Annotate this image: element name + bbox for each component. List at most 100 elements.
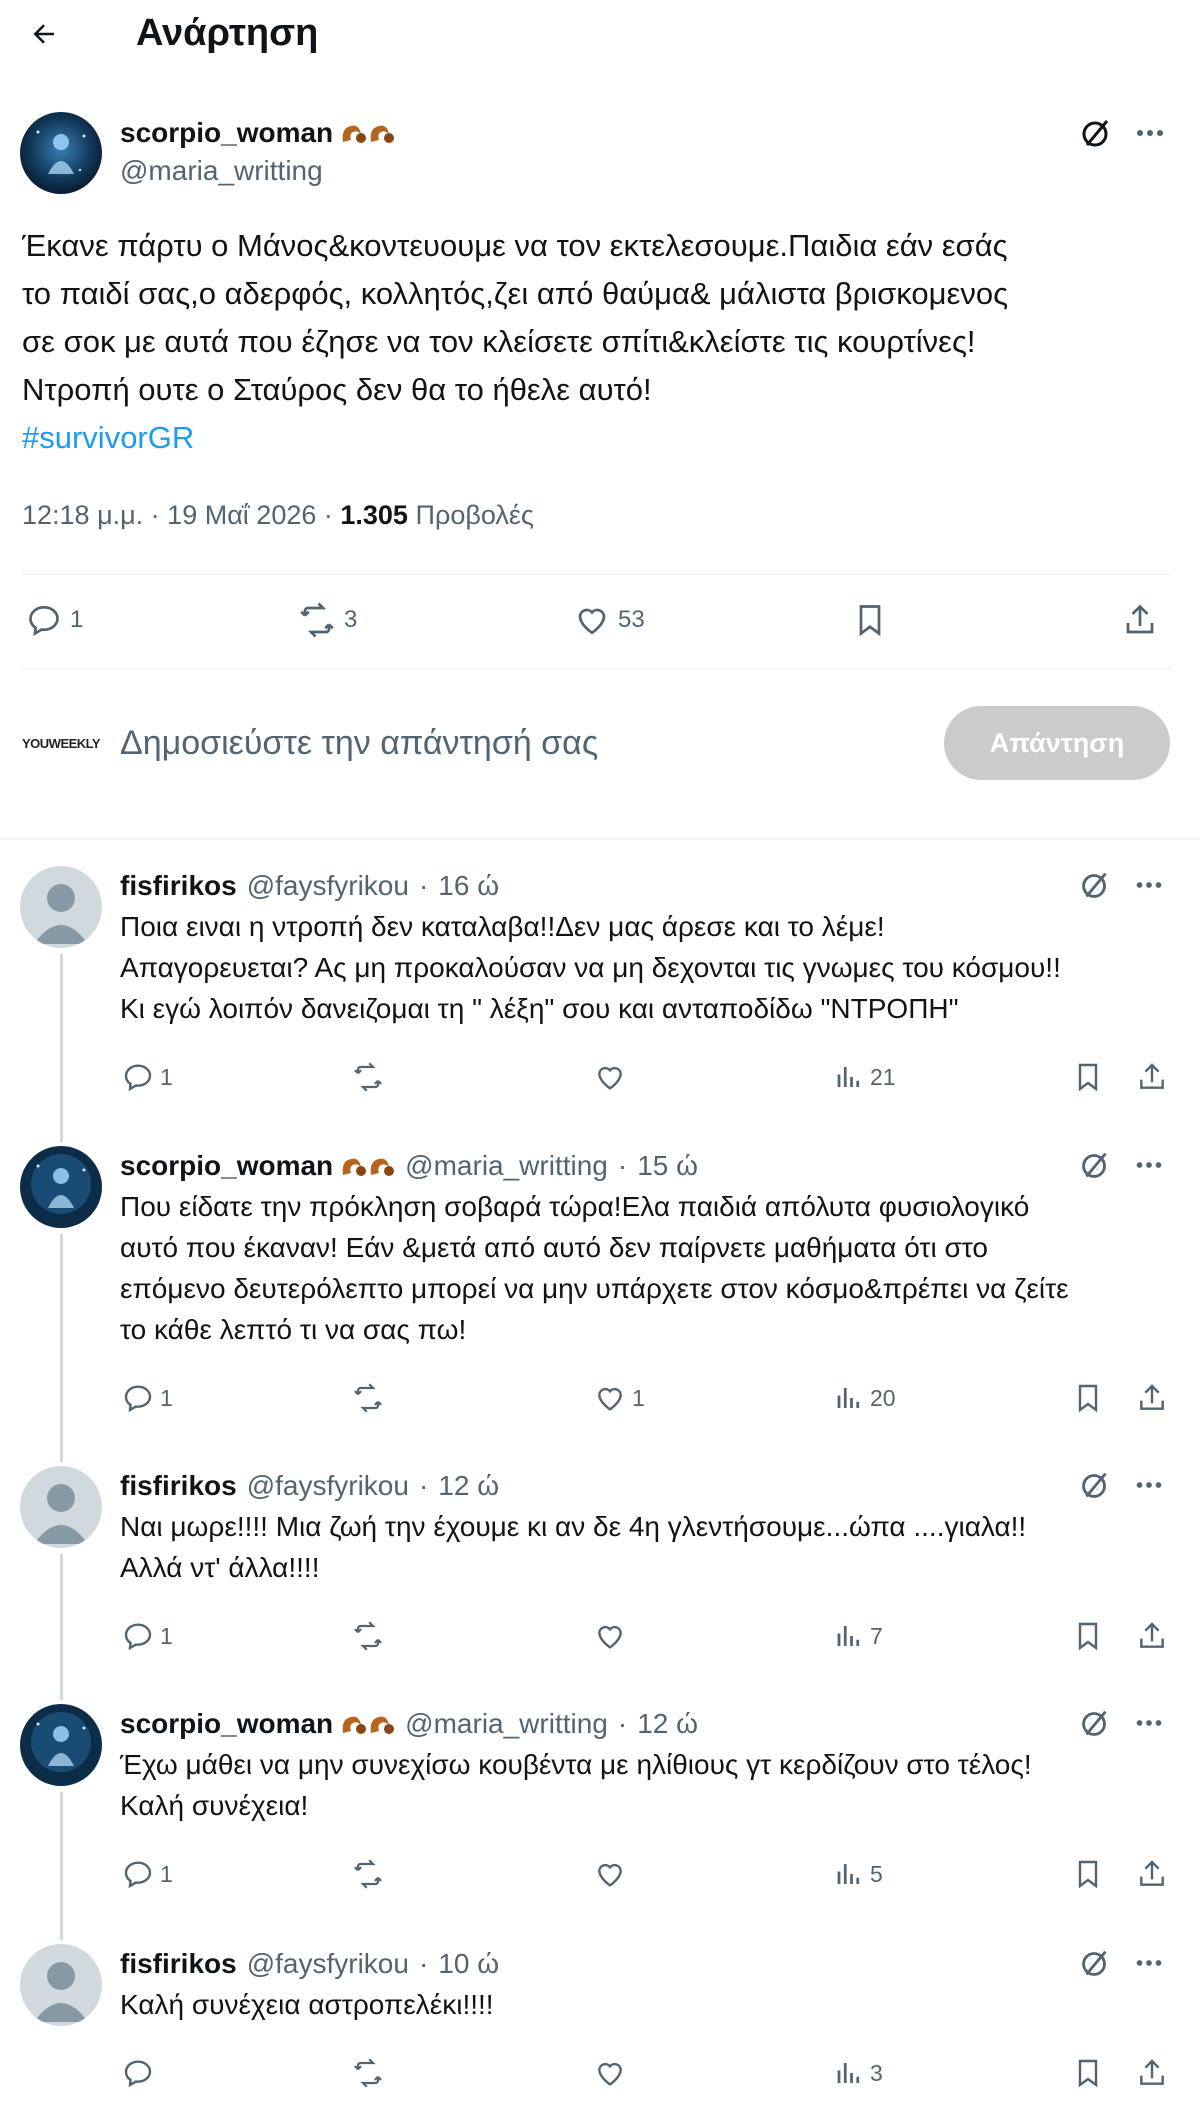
like-icon xyxy=(598,1066,622,1090)
reply-count: 1 xyxy=(160,1622,173,1649)
post-text-line: το παιδί σας,ο αδερφός, κολλητός,ζει από… xyxy=(22,276,1009,311)
reply-text-line: Ναι μωρε!!!! Μια ζωή την έχουμε κι αν δε… xyxy=(120,1511,1027,1542)
bookmark-button[interactable] xyxy=(852,588,888,652)
reply-author-handle[interactable]: @maria_writting xyxy=(405,1708,608,1740)
repost-button[interactable]: 3 xyxy=(298,588,357,652)
bookmark-icon xyxy=(1078,1622,1098,1651)
repost-button[interactable] xyxy=(352,1614,390,1658)
more-button[interactable] xyxy=(1130,1146,1174,1186)
repost-button[interactable] xyxy=(352,1055,390,1099)
reply-button[interactable]: 1 xyxy=(122,1376,173,1420)
reply-author-handle[interactable]: @maria_writting xyxy=(405,1150,608,1182)
separator-dot: · xyxy=(617,1708,628,1739)
like-icon xyxy=(598,2062,622,2086)
back-button[interactable] xyxy=(24,14,64,54)
views-button[interactable]: 5 xyxy=(834,1852,883,1896)
reply-timestamp[interactable]: 16 ώ xyxy=(438,870,499,902)
avatar[interactable] xyxy=(20,866,102,948)
reply-author-handle[interactable]: @faysfyrikou xyxy=(247,870,409,902)
repost-button[interactable] xyxy=(352,2051,390,2095)
views-button[interactable]: 21 xyxy=(834,1055,896,1099)
reply-timestamp[interactable]: 12 ώ xyxy=(438,1470,499,1502)
thread-line xyxy=(60,954,63,1142)
reply-submit-button[interactable]: Απάντηση xyxy=(944,706,1170,780)
reply-count: 1 xyxy=(70,606,84,633)
grok-button[interactable] xyxy=(1076,113,1120,153)
avatar[interactable] xyxy=(20,1944,102,2026)
share-button[interactable] xyxy=(1122,588,1158,652)
bookmark-button[interactable] xyxy=(1072,1055,1104,1099)
more-button[interactable] xyxy=(1130,1466,1174,1506)
avatar[interactable] xyxy=(20,1146,102,1228)
views-button[interactable]: 7 xyxy=(834,1614,883,1658)
share-button[interactable] xyxy=(1136,1614,1168,1658)
views-button[interactable]: 3 xyxy=(834,2051,883,2095)
avatar[interactable] xyxy=(20,1704,102,1786)
reply-timestamp[interactable]: 12 ώ xyxy=(637,1708,698,1740)
reply-button[interactable] xyxy=(122,2051,160,2095)
reply-author-name[interactable]: fisfirikos xyxy=(120,1948,237,1980)
bookmark-button[interactable] xyxy=(1072,1852,1104,1896)
author-name-text: scorpio_woman xyxy=(120,1150,334,1181)
author-name-text: scorpio_woman xyxy=(120,117,334,148)
reply-author-name[interactable]: fisfirikos xyxy=(120,1470,237,1502)
views-button[interactable]: 20 xyxy=(834,1376,896,1420)
avatar[interactable] xyxy=(20,112,102,194)
reply-button[interactable]: 1 xyxy=(26,588,83,652)
reply-text: Έχω μάθει να μην συνεχίσω κουβέντα με ηλ… xyxy=(120,1744,1180,1826)
reply-action-bar: 1 7 xyxy=(120,1614,1180,1658)
like-button[interactable] xyxy=(594,1055,632,1099)
bookmark-icon xyxy=(859,605,881,637)
like-button[interactable] xyxy=(594,2051,632,2095)
like-button[interactable] xyxy=(594,1852,632,1896)
bookmark-button[interactable] xyxy=(1072,2051,1104,2095)
repost-icon xyxy=(300,602,334,638)
reply-author-handle[interactable]: @faysfyrikou xyxy=(247,1948,409,1980)
reply-author-name[interactable]: fisfirikos xyxy=(120,870,237,902)
reply-author-handle[interactable]: @faysfyrikou xyxy=(247,1470,409,1502)
grok-button[interactable] xyxy=(1076,1146,1120,1186)
reply-button[interactable]: 1 xyxy=(122,1614,173,1658)
reply-text: Καλή συνέχεια αστροπελέκι!!!! xyxy=(120,1984,1180,2025)
post-timestamp[interactable]: 12:18 μ.μ. · 19 Μαΐ 2026 · xyxy=(22,500,340,530)
grok-button[interactable] xyxy=(1076,1466,1120,1506)
repost-button[interactable] xyxy=(352,1852,390,1896)
more-button[interactable] xyxy=(1130,1944,1174,1984)
share-button[interactable] xyxy=(1136,1852,1168,1896)
share-button[interactable] xyxy=(1136,1376,1168,1420)
like-button[interactable] xyxy=(594,1614,632,1658)
post-author-name[interactable]: scorpio_woman xyxy=(120,117,395,149)
reply-timestamp[interactable]: 10 ώ xyxy=(438,1948,499,1980)
composer-avatar[interactable]: YOUWEEKLY xyxy=(22,722,104,764)
share-button[interactable] xyxy=(1136,1055,1168,1099)
views-count: 3 xyxy=(870,2059,883,2086)
post-author-handle[interactable]: @maria_writting xyxy=(120,155,323,187)
like-button[interactable]: 1 xyxy=(594,1376,645,1420)
more-button[interactable] xyxy=(1130,866,1174,906)
avatar[interactable] xyxy=(20,1466,102,1548)
grok-button[interactable] xyxy=(1076,1704,1120,1744)
more-button[interactable] xyxy=(1130,1704,1174,1744)
reply-input[interactable] xyxy=(120,718,920,768)
scorpion-emoji-icon xyxy=(342,1716,395,1734)
more-button[interactable] xyxy=(1130,113,1174,153)
reply-count: 1 xyxy=(160,1063,173,1090)
scorpio-avatar-image xyxy=(20,112,102,194)
grok-button[interactable] xyxy=(1076,1944,1120,1984)
share-button[interactable] xyxy=(1136,2051,1168,2095)
grok-button[interactable] xyxy=(1076,866,1120,906)
author-name-text: scorpio_woman xyxy=(120,1708,334,1739)
views-count: 20 xyxy=(870,1384,896,1411)
reply-button[interactable]: 1 xyxy=(122,1055,173,1099)
bookmark-button[interactable] xyxy=(1072,1376,1104,1420)
separator-dot: · xyxy=(418,1948,429,1979)
like-icon xyxy=(598,1863,622,1887)
like-button[interactable]: 53 xyxy=(574,588,645,652)
reply-author-name[interactable]: scorpio_woman xyxy=(120,1150,395,1182)
hashtag-link[interactable]: #survivorGR xyxy=(22,414,1182,462)
repost-button[interactable] xyxy=(352,1376,390,1420)
reply-button[interactable]: 1 xyxy=(122,1852,173,1896)
reply-author-name[interactable]: scorpio_woman xyxy=(120,1708,395,1740)
bookmark-button[interactable] xyxy=(1072,1614,1104,1658)
reply-timestamp[interactable]: 15 ώ xyxy=(637,1150,698,1182)
